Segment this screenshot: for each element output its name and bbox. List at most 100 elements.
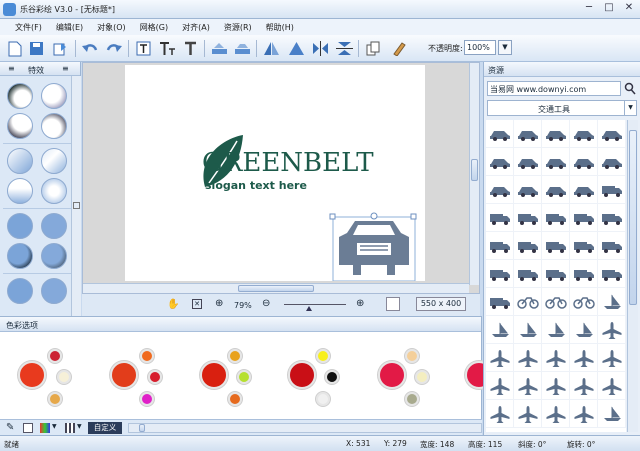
effect-swatch[interactable]	[7, 83, 33, 109]
vehicle-resource-icon[interactable]	[486, 344, 514, 372]
clear-icon[interactable]	[389, 39, 408, 58]
color-main[interactable]	[110, 361, 138, 389]
vehicle-resource-icon[interactable]	[598, 120, 626, 148]
close-button[interactable]: ✕	[620, 2, 638, 16]
resource-search-input[interactable]: 当易网 www.downyi.com	[487, 81, 621, 96]
undo-icon[interactable]	[80, 39, 99, 58]
search-icon[interactable]	[624, 82, 636, 95]
color-swatch[interactable]	[228, 349, 242, 363]
color-swatch[interactable]	[140, 349, 154, 363]
vehicle-resource-icon[interactable]	[486, 400, 514, 428]
vehicle-resource-icon[interactable]	[542, 148, 570, 176]
vehicle-resource-icon[interactable]	[598, 316, 626, 344]
effect-swatch[interactable]	[41, 148, 67, 174]
color-swatch[interactable]	[405, 349, 419, 363]
zoom-slider[interactable]	[284, 304, 346, 305]
text-icon[interactable]	[181, 39, 200, 58]
color-main[interactable]	[288, 361, 316, 389]
color-main[interactable]	[200, 361, 228, 389]
vehicle-resource-icon[interactable]	[514, 148, 542, 176]
vehicle-resource-icon[interactable]	[486, 232, 514, 260]
save-icon[interactable]	[27, 39, 46, 58]
vehicle-resource-icon[interactable]	[542, 316, 570, 344]
vehicle-resource-icon[interactable]	[514, 120, 542, 148]
vehicle-resource-icon[interactable]	[514, 344, 542, 372]
mirror-icon[interactable]	[311, 39, 330, 58]
color-main[interactable]	[18, 361, 46, 389]
effect-swatch[interactable]	[7, 148, 33, 174]
vehicle-resource-icon[interactable]	[598, 260, 626, 288]
effect-swatch[interactable]	[7, 213, 33, 239]
vehicle-resource-icon[interactable]	[598, 148, 626, 176]
resource-scrollbar[interactable]	[627, 120, 638, 432]
vehicle-resource-icon[interactable]	[514, 400, 542, 428]
vehicle-resource-icon[interactable]	[486, 316, 514, 344]
vehicle-resource-icon[interactable]	[514, 288, 542, 316]
chevron-down-icon[interactable]: ▼	[624, 101, 636, 115]
canvas-h-thumb[interactable]	[238, 285, 314, 292]
menu-grid[interactable]: 网格(G)	[133, 19, 175, 35]
zoom-out-icon[interactable]: ⊖	[262, 298, 270, 309]
color-swatch[interactable]	[228, 392, 242, 406]
color-swatch[interactable]	[140, 392, 154, 406]
vehicle-resource-icon[interactable]	[542, 344, 570, 372]
effect-swatch[interactable]	[41, 243, 67, 269]
effect-swatch[interactable]	[7, 178, 33, 204]
vehicle-resource-icon[interactable]	[514, 316, 542, 344]
vehicle-resource-icon[interactable]	[570, 260, 598, 288]
menu-file[interactable]: 文件(F)	[8, 19, 49, 35]
effect-swatch[interactable]	[7, 113, 33, 139]
menu-edit[interactable]: 编辑(E)	[49, 19, 90, 35]
grid-swatch-icon[interactable]	[65, 423, 75, 433]
vehicle-resource-icon[interactable]	[542, 232, 570, 260]
dropdown-icon[interactable]: ▼	[77, 423, 82, 430]
effect-swatch[interactable]	[41, 213, 67, 239]
color-swatch[interactable]	[48, 392, 62, 406]
new-file-icon[interactable]	[5, 39, 24, 58]
vehicle-resource-icon[interactable]	[542, 120, 570, 148]
menu-object[interactable]: 对象(O)	[90, 19, 133, 35]
vehicle-resource-icon[interactable]	[486, 148, 514, 176]
custom-button[interactable]: 自定义	[88, 422, 122, 434]
colors-h-scrollbar[interactable]	[128, 423, 482, 433]
color-main[interactable]	[378, 361, 406, 389]
color-swatch[interactable]	[48, 349, 62, 363]
color-swatch[interactable]	[325, 370, 339, 384]
vehicle-resource-icon[interactable]	[598, 204, 626, 232]
color-swatch[interactable]	[316, 349, 330, 363]
vehicle-resource-icon[interactable]	[486, 176, 514, 204]
palette-icon[interactable]	[40, 423, 50, 433]
canvas-v-scrollbar[interactable]	[469, 63, 479, 285]
vehicle-resource-icon[interactable]	[542, 260, 570, 288]
vehicle-resource-icon[interactable]	[514, 176, 542, 204]
text-box-icon[interactable]	[134, 39, 153, 58]
resource-scroll-thumb[interactable]	[629, 130, 637, 305]
zoom-slider-handle[interactable]	[306, 306, 312, 311]
vehicle-resource-icon[interactable]	[598, 176, 626, 204]
canvas-v-thumb[interactable]	[471, 159, 478, 181]
hand-tool-icon[interactable]: ✋	[167, 299, 179, 310]
opacity-dropdown-icon[interactable]: ▼	[498, 40, 512, 55]
copy-icon[interactable]	[364, 39, 383, 58]
effects-scroll-marker[interactable]	[73, 202, 80, 209]
vehicle-resource-icon[interactable]	[570, 372, 598, 400]
vehicle-resource-icon[interactable]	[514, 204, 542, 232]
vehicle-resource-icon[interactable]	[570, 400, 598, 428]
resource-category-select[interactable]: 交通工具 ▼	[487, 100, 637, 116]
color-swatch[interactable]	[148, 370, 162, 384]
vehicle-resource-icon[interactable]	[486, 372, 514, 400]
vehicle-resource-icon[interactable]	[486, 120, 514, 148]
dropdown-icon[interactable]: ▼	[52, 423, 57, 430]
minimize-button[interactable]: ─	[580, 2, 598, 16]
colors-h-thumb[interactable]	[139, 424, 145, 432]
color-box-icon[interactable]	[23, 423, 33, 433]
color-swatch[interactable]	[405, 392, 419, 406]
effects-scrollbar[interactable]	[71, 76, 81, 316]
vehicle-resource-icon[interactable]	[570, 176, 598, 204]
vehicle-resource-icon[interactable]	[598, 400, 626, 428]
align-left-icon[interactable]	[262, 39, 281, 58]
vehicle-resource-icon[interactable]	[570, 148, 598, 176]
vehicle-resource-icon[interactable]	[598, 372, 626, 400]
mirror-v-icon[interactable]	[335, 39, 354, 58]
effect-swatch[interactable]	[7, 243, 33, 269]
